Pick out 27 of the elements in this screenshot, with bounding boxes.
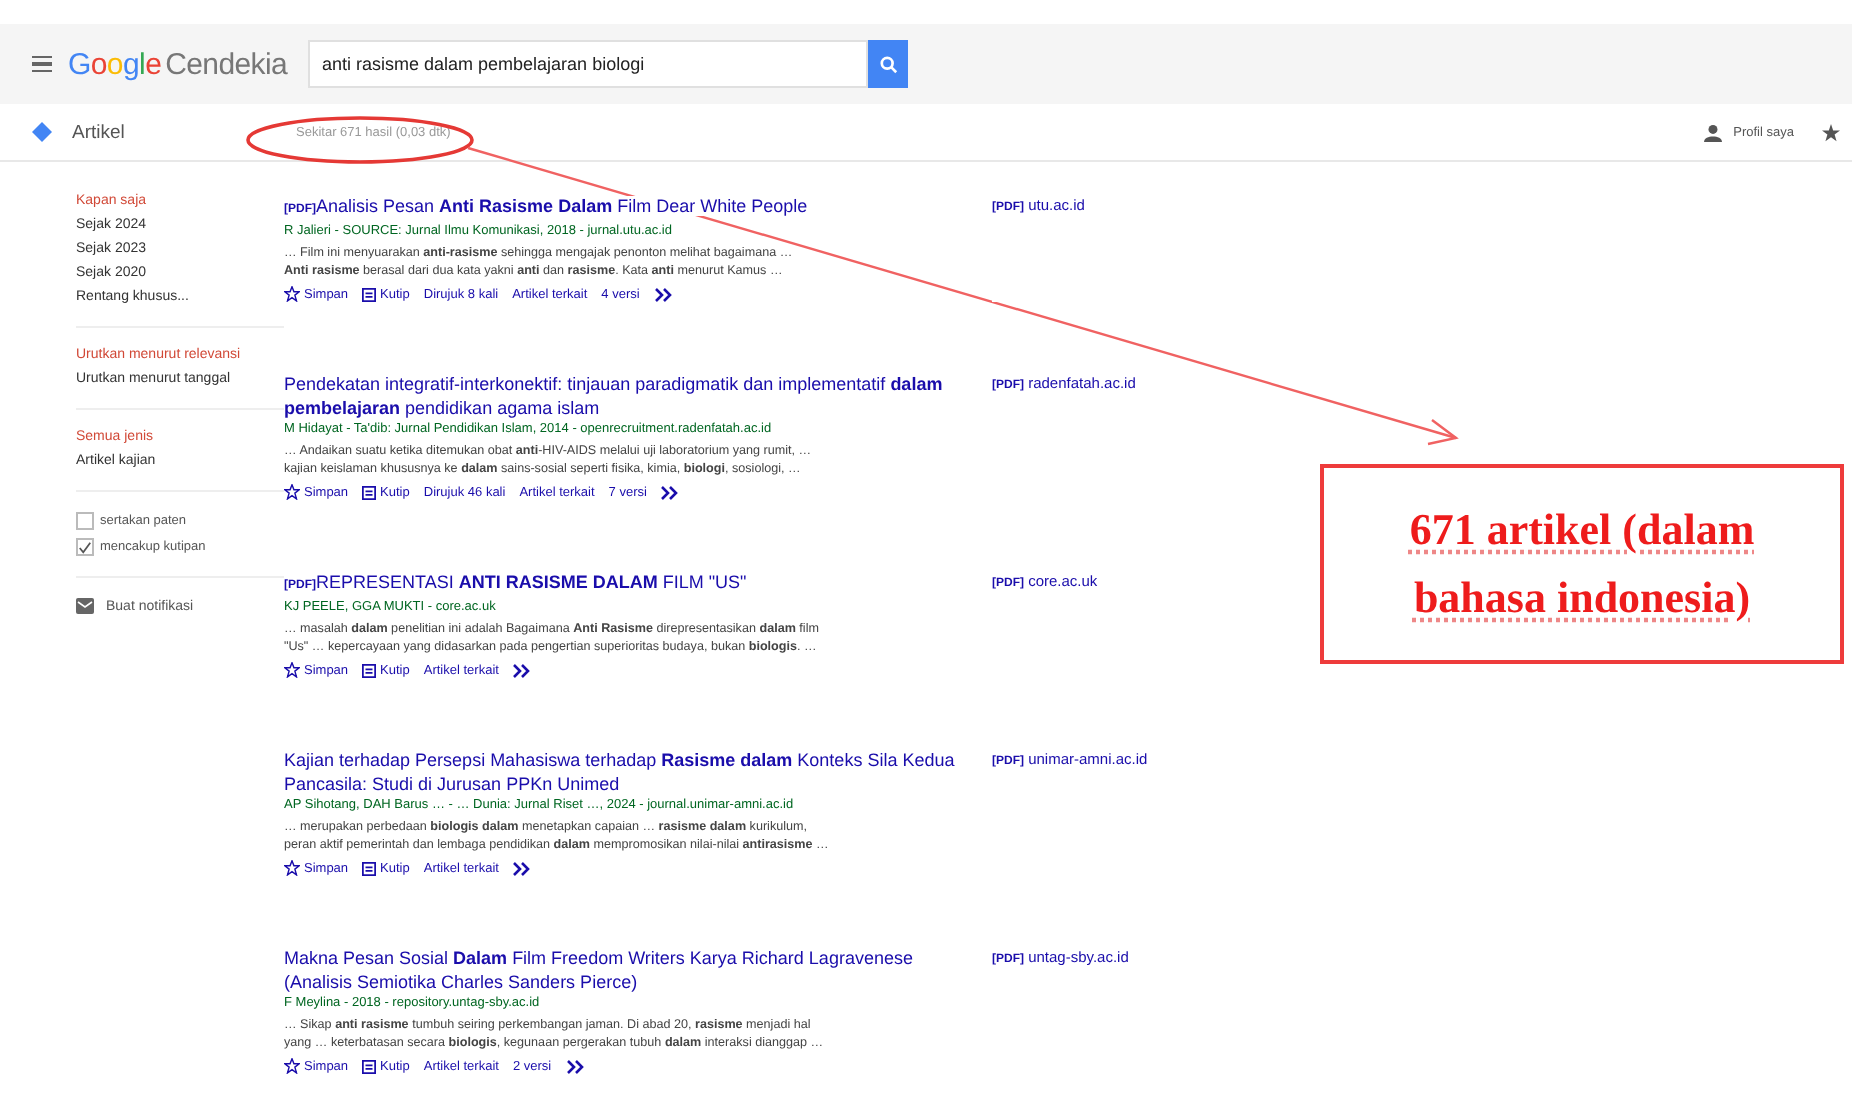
search-icon xyxy=(879,55,897,73)
more-icon[interactable] xyxy=(565,1059,584,1073)
quote-icon xyxy=(362,485,377,499)
more-icon[interactable] xyxy=(660,485,679,499)
callout: 671 artikel (dalam bahasa indonesia) xyxy=(1320,464,1844,664)
search-field[interactable]: anti rasisme dalam pembelajaran biologi xyxy=(308,40,868,88)
star-icon xyxy=(284,286,300,302)
quote-icon xyxy=(362,287,377,301)
envelope-icon[interactable] xyxy=(76,598,94,614)
quote-icon xyxy=(362,663,377,677)
star-icon xyxy=(284,1058,300,1074)
more-icon[interactable] xyxy=(512,663,531,677)
article-icon xyxy=(32,122,52,142)
checkbox[interactable] xyxy=(76,538,94,556)
more-icon[interactable] xyxy=(512,861,531,875)
more-icon[interactable] xyxy=(653,287,672,301)
quote-icon xyxy=(362,1059,377,1073)
quote-icon xyxy=(362,861,377,875)
star-icon xyxy=(284,484,300,500)
star-icon xyxy=(284,860,300,876)
section-title: Artikel xyxy=(72,121,127,143)
star-icon[interactable] xyxy=(1822,123,1840,141)
star-icon xyxy=(284,662,300,678)
person-icon[interactable] xyxy=(1703,123,1722,141)
checkbox[interactable] xyxy=(76,512,94,530)
menu-icon[interactable] xyxy=(32,55,52,73)
search-button[interactable] xyxy=(868,40,908,88)
